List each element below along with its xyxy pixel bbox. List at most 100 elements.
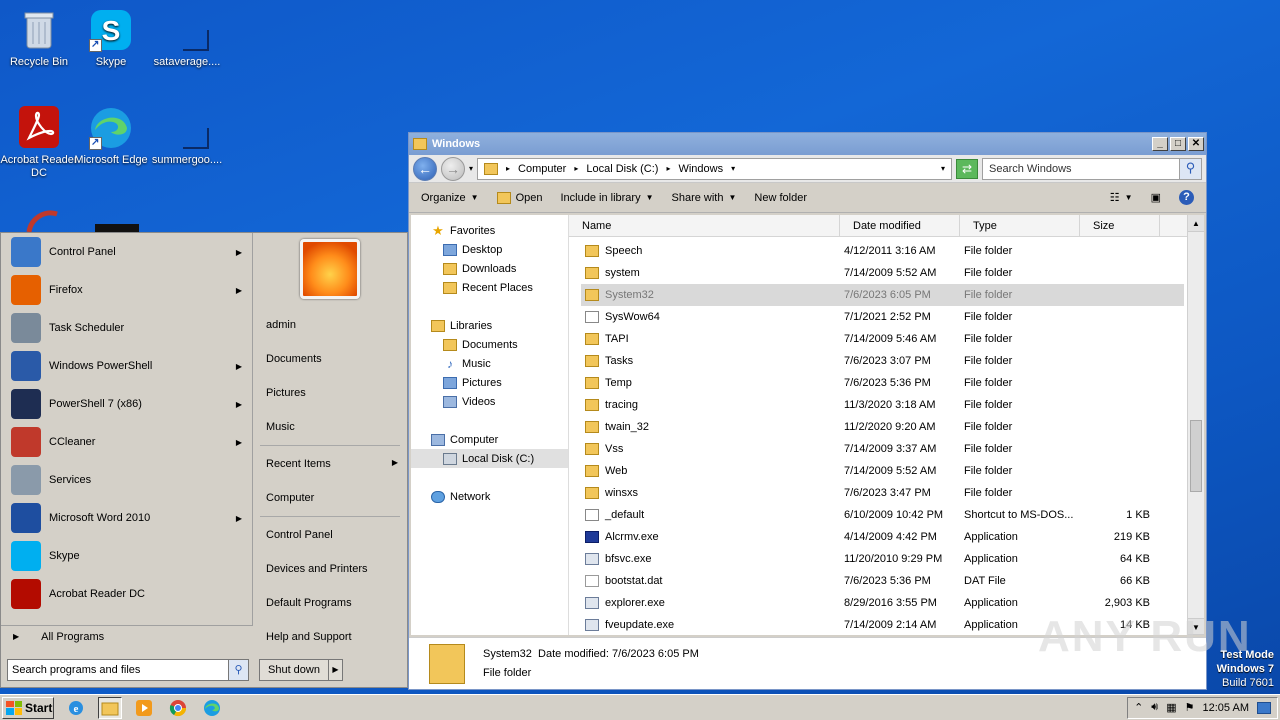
breadcrumb-local-disk[interactable]: Local Disk (C:) <box>586 163 658 175</box>
user-avatar[interactable] <box>300 239 360 299</box>
start-right-help-support[interactable]: Help and Support <box>266 631 352 643</box>
file-row[interactable]: bfsvc.exe 11/20/2010 9:29 PM Application 64… <box>581 548 1184 570</box>
nav-desktop[interactable]: Desktop <box>411 240 568 259</box>
scroll-thumb[interactable] <box>1190 420 1202 492</box>
start-right-pictures[interactable]: Pictures <box>266 387 306 399</box>
forward-button[interactable]: → <box>441 156 465 181</box>
file-row[interactable]: winsxs 7/6/2023 3:47 PM File folder <box>581 482 1184 504</box>
chevron-right-icon[interactable]: ▶ <box>236 438 242 447</box>
shut-down-button[interactable]: Shut down ▶ <box>259 659 343 681</box>
start-right-admin[interactable]: admin <box>266 319 296 331</box>
desktop-icon-skype[interactable]: S Skype <box>72 8 150 69</box>
breadcrumb-windows[interactable]: Windows <box>678 163 723 175</box>
nav-libraries[interactable]: Libraries <box>411 316 568 335</box>
nav-recent-places[interactable]: Recent Places <box>411 278 568 297</box>
file-row[interactable]: tracing 11/3/2020 3:18 AM File folder <box>581 394 1184 416</box>
file-row[interactable]: System32 7/6/2023 6:05 PM File folder <box>581 284 1184 306</box>
address-dropdown-icon[interactable]: ▾ <box>941 164 945 173</box>
taskbar-edge[interactable] <box>200 697 224 719</box>
open-button[interactable]: Open <box>496 191 542 204</box>
organize-button[interactable]: Organize ▼ <box>421 192 479 204</box>
chevron-down-icon[interactable]: ▾ <box>731 164 735 173</box>
start-right-control-panel[interactable]: Control Panel <box>266 529 333 541</box>
start-program-item[interactable]: PowerShell 7 (x86) ▶ <box>1 385 252 423</box>
history-dropdown-icon[interactable]: ▾ <box>469 164 473 173</box>
nav-downloads[interactable]: Downloads <box>411 259 568 278</box>
chevron-right-icon[interactable]: ▶ <box>236 400 242 409</box>
window-titlebar[interactable]: Windows _ □ ✕ <box>409 133 1206 155</box>
share-with-button[interactable]: Share with ▼ <box>672 192 737 204</box>
include-in-library-button[interactable]: Include in library ▼ <box>560 192 653 204</box>
chevron-right-icon[interactable]: ▶ <box>236 514 242 523</box>
start-program-item[interactable]: Acrobat Reader DC <box>1 575 252 613</box>
start-program-item[interactable]: Skype <box>1 537 252 575</box>
volume-icon[interactable]: 🔊︎ <box>1151 701 1158 714</box>
file-row[interactable]: twain_32 11/2/2020 9:20 AM File folder <box>581 416 1184 438</box>
start-right-music[interactable]: Music <box>266 421 295 433</box>
file-row[interactable]: explorer.exe 8/29/2016 3:55 PM Application… <box>581 592 1184 614</box>
start-program-item[interactable]: CCleaner ▶ <box>1 423 252 461</box>
desktop-icon-recycle-bin[interactable]: Recycle Bin <box>0 8 78 69</box>
desktop-icon-sataverage[interactable]: sataverage.... <box>148 8 226 69</box>
view-options-button[interactable]: ☷ ▼ <box>1110 191 1133 204</box>
action-center-icon[interactable]: ⚑ <box>1185 701 1195 714</box>
chevron-right-icon[interactable]: ▶ <box>328 660 342 680</box>
nav-videos[interactable]: Videos <box>411 392 568 411</box>
taskbar-ie[interactable]: e <box>64 697 88 719</box>
start-search-input[interactable]: Search programs and files <box>7 659 229 681</box>
desktop-icon-summergoo[interactable]: summergoo.... <box>148 106 226 167</box>
search-icon[interactable]: ⚲ <box>1179 158 1201 179</box>
column-name[interactable]: Name <box>569 215 840 236</box>
preview-pane-button[interactable]: ▣ <box>1151 191 1161 204</box>
file-row[interactable]: Tasks 7/6/2023 3:07 PM File folder <box>581 350 1184 372</box>
clock[interactable]: 12:05 AM <box>1203 702 1249 714</box>
scroll-up-icon[interactable]: ▲ <box>1188 215 1204 232</box>
file-row[interactable]: TAPI 7/14/2009 5:46 AM File folder <box>581 328 1184 350</box>
start-search[interactable]: Search programs and files ⚲ <box>7 659 249 681</box>
nav-pictures[interactable]: Pictures <box>411 373 568 392</box>
file-row[interactable]: Vss 7/14/2009 3:37 AM File folder <box>581 438 1184 460</box>
start-right-devices-printers[interactable]: Devices and Printers <box>266 563 368 575</box>
file-row[interactable]: SysWow64 7/1/2021 2:52 PM File folder <box>581 306 1184 328</box>
start-program-item[interactable]: Control Panel ▶ <box>1 233 252 271</box>
start-program-item[interactable]: Services <box>1 461 252 499</box>
start-program-item[interactable]: Microsoft Word 2010 ▶ <box>1 499 252 537</box>
address-bar[interactable]: ▸ Computer ▸ Local Disk (C:) ▸ Windows ▾… <box>477 157 952 180</box>
breadcrumb-computer[interactable]: Computer <box>518 163 566 175</box>
nav-computer[interactable]: Computer <box>411 430 568 449</box>
column-type[interactable]: Type <box>960 215 1080 236</box>
nav-network[interactable]: Network <box>411 487 568 506</box>
file-row[interactable]: system 7/14/2009 5:52 AM File folder <box>581 262 1184 284</box>
desktop-icon-acrobat[interactable]: Acrobat Reader DC <box>0 106 78 180</box>
show-desktop-icon[interactable] <box>1257 701 1271 714</box>
file-row[interactable]: Speech 4/12/2011 3:16 AM File folder <box>581 240 1184 262</box>
chevron-right-icon[interactable]: ▸ <box>574 164 578 173</box>
taskbar-media-player[interactable] <box>132 697 156 719</box>
column-date-modified[interactable]: Date modified <box>840 215 960 236</box>
all-programs-button[interactable]: ▶ All Programs <box>1 625 253 647</box>
refresh-button[interactable]: ⇄ <box>956 158 978 179</box>
start-right-default-programs[interactable]: Default Programs <box>266 597 352 609</box>
chevron-right-icon[interactable]: ▸ <box>506 164 510 173</box>
start-button[interactable]: Start <box>2 696 54 719</box>
minimize-button[interactable]: _ <box>1152 137 1168 151</box>
start-program-item[interactable]: Windows PowerShell ▶ <box>1 347 252 385</box>
search-input[interactable]: Search Windows ⚲ <box>982 157 1202 180</box>
start-right-computer[interactable]: Computer <box>266 492 314 504</box>
search-icon[interactable]: ⚲ <box>229 659 249 681</box>
start-program-item[interactable]: Firefox ▶ <box>1 271 252 309</box>
nav-music[interactable]: ♪ Music <box>411 354 568 373</box>
chevron-right-icon[interactable]: ▸ <box>666 164 670 173</box>
chevron-right-icon[interactable]: ▶ <box>236 362 242 371</box>
desktop-icon-edge[interactable]: Microsoft Edge <box>72 106 150 167</box>
desktop-icon-partial-2[interactable] <box>78 224 156 232</box>
file-row[interactable]: _default 6/10/2009 10:42 PM Shortcut to MS… <box>581 504 1184 526</box>
chevron-right-icon[interactable]: ▶ <box>236 248 242 257</box>
start-program-item[interactable]: Task Scheduler <box>1 309 252 347</box>
show-hidden-icons-icon[interactable]: ⌃ <box>1134 701 1143 714</box>
nav-favorites[interactable]: ★ Favorites <box>411 221 568 240</box>
close-button[interactable]: ✕ <box>1188 137 1204 151</box>
network-status-icon[interactable]: ▦ <box>1166 701 1176 714</box>
taskbar-explorer[interactable] <box>98 696 122 719</box>
start-right-recent-items[interactable]: Recent Items ▶ <box>266 458 398 470</box>
